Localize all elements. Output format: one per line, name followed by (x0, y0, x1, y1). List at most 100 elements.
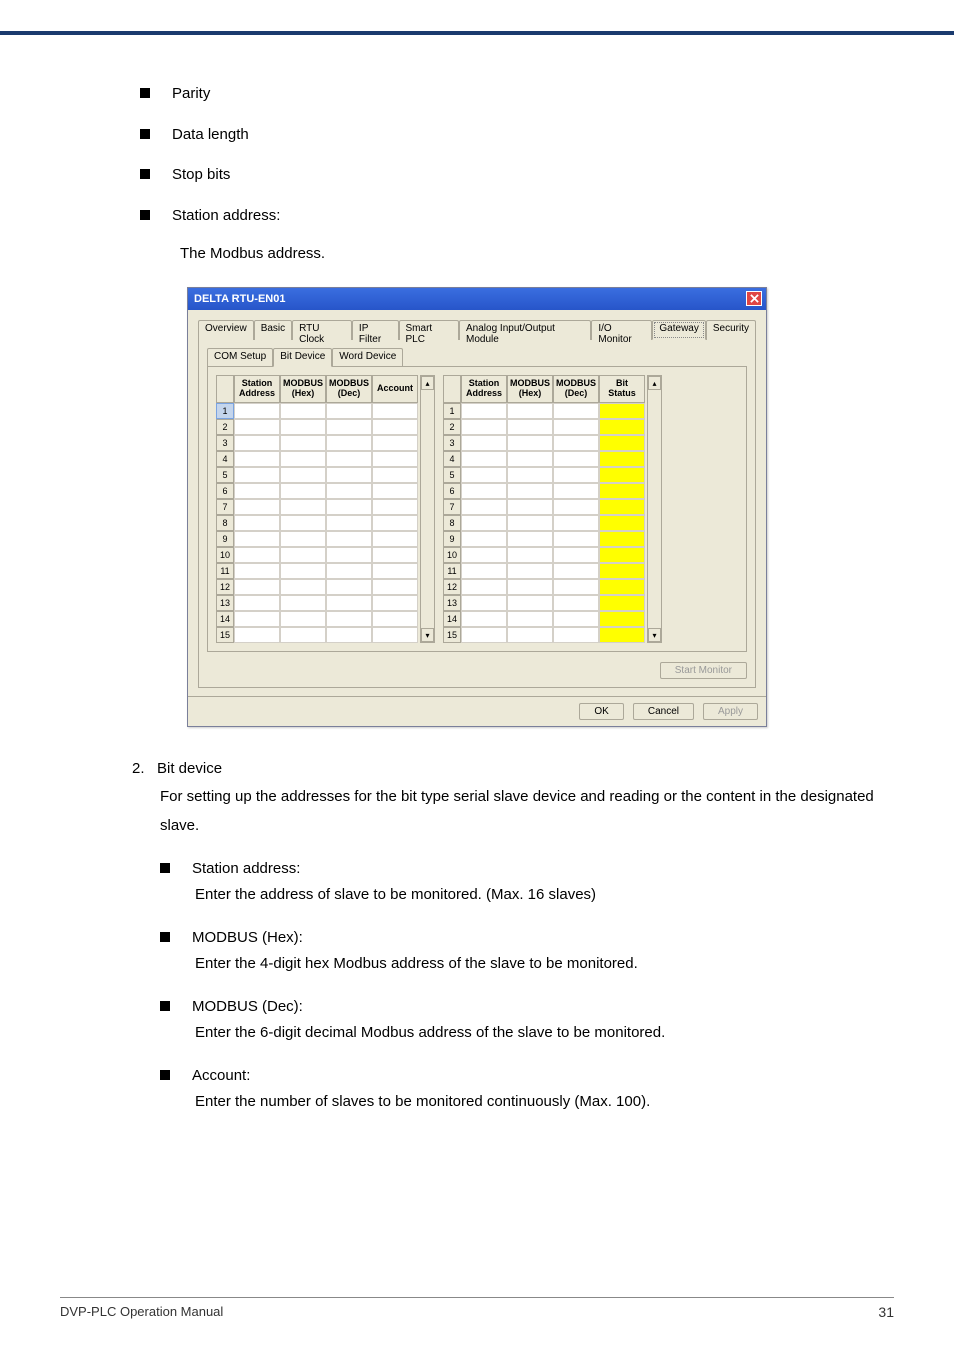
cell-station-address[interactable] (461, 547, 507, 563)
apply-button[interactable]: Apply (703, 703, 758, 720)
cell-modbus-dec[interactable] (553, 579, 599, 595)
cell-modbus-hex[interactable] (280, 483, 326, 499)
cell-modbus-hex[interactable] (507, 595, 553, 611)
table-row[interactable]: 1 (216, 403, 418, 419)
cell-modbus-hex[interactable] (280, 595, 326, 611)
cell-station-address[interactable] (234, 547, 280, 563)
cell-modbus-dec[interactable] (553, 403, 599, 419)
cell-account[interactable] (372, 611, 418, 627)
cell-account[interactable] (372, 435, 418, 451)
table-row[interactable]: 3 (443, 435, 645, 451)
scroll-down-icon[interactable]: ▾ (648, 628, 661, 642)
table-row[interactable]: 9 (216, 531, 418, 547)
table-row[interactable]: 4 (443, 451, 645, 467)
table-row[interactable]: 12 (216, 579, 418, 595)
close-icon[interactable] (746, 291, 762, 306)
cell-modbus-dec[interactable] (326, 531, 372, 547)
cell-modbus-dec[interactable] (326, 515, 372, 531)
cell-modbus-hex[interactable] (280, 419, 326, 435)
cell-modbus-dec[interactable] (326, 547, 372, 563)
cell-modbus-hex[interactable] (507, 579, 553, 595)
cell-station-address[interactable] (234, 419, 280, 435)
subtab-bit-device[interactable]: Bit Device (273, 348, 332, 367)
scroll-up-icon[interactable]: ▴ (421, 376, 434, 390)
cell-account[interactable] (372, 515, 418, 531)
cell-modbus-dec[interactable] (326, 499, 372, 515)
table-row[interactable]: 4 (216, 451, 418, 467)
scroll-down-icon[interactable]: ▾ (421, 628, 434, 642)
cell-modbus-hex[interactable] (280, 435, 326, 451)
cell-modbus-hex[interactable] (507, 419, 553, 435)
table-row[interactable]: 8 (443, 515, 645, 531)
tab-smart-plc[interactable]: Smart PLC (399, 320, 459, 340)
cell-station-address[interactable] (234, 403, 280, 419)
tab-ip-filter[interactable]: IP Filter (352, 320, 399, 340)
cell-station-address[interactable] (461, 595, 507, 611)
cell-account[interactable] (372, 467, 418, 483)
cell-station-address[interactable] (234, 499, 280, 515)
table-row[interactable]: 5 (216, 467, 418, 483)
table-row[interactable]: 6 (443, 483, 645, 499)
cell-modbus-hex[interactable] (507, 627, 553, 643)
subtab-com-setup[interactable]: COM Setup (207, 348, 273, 367)
ok-button[interactable]: OK (579, 703, 623, 720)
cell-modbus-dec[interactable] (553, 531, 599, 547)
table-row[interactable]: 12 (443, 579, 645, 595)
cell-modbus-hex[interactable] (280, 499, 326, 515)
cell-modbus-hex[interactable] (280, 627, 326, 643)
cell-modbus-dec[interactable] (326, 483, 372, 499)
cell-account[interactable] (372, 403, 418, 419)
table-row[interactable]: 14 (216, 611, 418, 627)
cell-station-address[interactable] (234, 467, 280, 483)
table-row[interactable]: 13 (216, 595, 418, 611)
subtab-word-device[interactable]: Word Device (332, 348, 403, 367)
cell-modbus-dec[interactable] (326, 611, 372, 627)
cell-station-address[interactable] (234, 595, 280, 611)
cell-station-address[interactable] (234, 515, 280, 531)
cell-modbus-hex[interactable] (507, 483, 553, 499)
cell-modbus-hex[interactable] (507, 467, 553, 483)
cell-account[interactable] (372, 563, 418, 579)
cell-station-address[interactable] (461, 467, 507, 483)
table-row[interactable]: 7 (216, 499, 418, 515)
cell-station-address[interactable] (461, 435, 507, 451)
cell-account[interactable] (372, 419, 418, 435)
cell-modbus-hex[interactable] (280, 531, 326, 547)
scroll-up-icon[interactable]: ▴ (648, 376, 661, 390)
table-row[interactable]: 11 (216, 563, 418, 579)
cell-modbus-dec[interactable] (553, 451, 599, 467)
cell-modbus-hex[interactable] (280, 547, 326, 563)
cell-station-address[interactable] (461, 403, 507, 419)
table-row[interactable]: 13 (443, 595, 645, 611)
cell-station-address[interactable] (461, 483, 507, 499)
right-scrollbar[interactable]: ▴ ▾ (647, 375, 662, 643)
cell-modbus-dec[interactable] (326, 627, 372, 643)
cell-station-address[interactable] (461, 515, 507, 531)
cell-station-address[interactable] (461, 611, 507, 627)
left-scrollbar[interactable]: ▴ ▾ (420, 375, 435, 643)
cell-modbus-dec[interactable] (326, 467, 372, 483)
cell-modbus-hex[interactable] (507, 499, 553, 515)
cell-modbus-hex[interactable] (280, 563, 326, 579)
cell-account[interactable] (372, 531, 418, 547)
cell-modbus-hex[interactable] (507, 611, 553, 627)
tab-basic[interactable]: Basic (254, 320, 292, 340)
table-row[interactable]: 5 (443, 467, 645, 483)
table-row[interactable]: 6 (216, 483, 418, 499)
cell-station-address[interactable] (234, 451, 280, 467)
cell-modbus-dec[interactable] (326, 579, 372, 595)
cell-station-address[interactable] (461, 499, 507, 515)
cell-modbus-hex[interactable] (507, 563, 553, 579)
cell-station-address[interactable] (234, 563, 280, 579)
cell-account[interactable] (372, 499, 418, 515)
cell-modbus-dec[interactable] (553, 627, 599, 643)
cell-station-address[interactable] (234, 531, 280, 547)
cell-modbus-hex[interactable] (507, 515, 553, 531)
table-row[interactable]: 3 (216, 435, 418, 451)
cell-modbus-hex[interactable] (280, 403, 326, 419)
cell-modbus-hex[interactable] (507, 531, 553, 547)
table-row[interactable]: 14 (443, 611, 645, 627)
cell-modbus-dec[interactable] (326, 435, 372, 451)
cell-modbus-dec[interactable] (326, 451, 372, 467)
cell-modbus-hex[interactable] (280, 579, 326, 595)
